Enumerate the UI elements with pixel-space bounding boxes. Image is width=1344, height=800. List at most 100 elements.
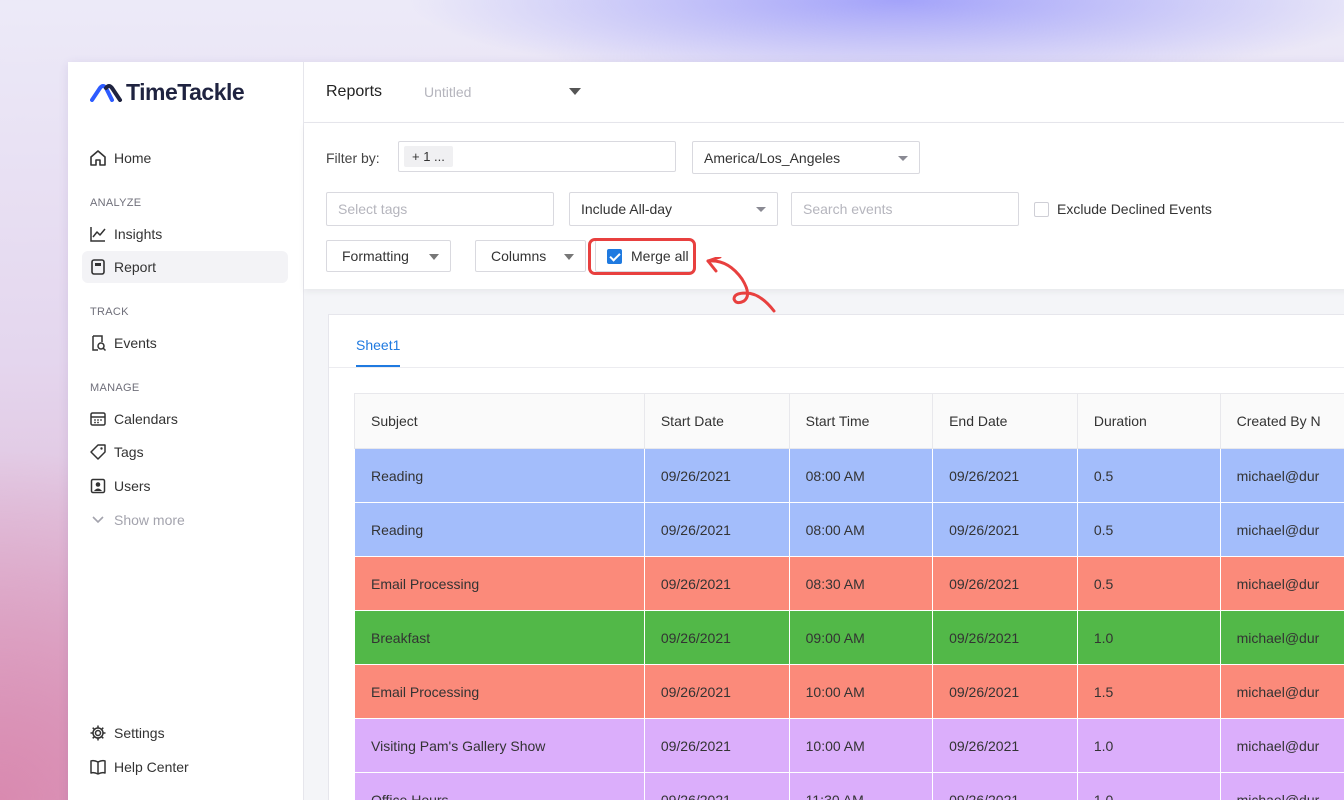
sidebar-item-calendars[interactable]: Calendars bbox=[82, 403, 288, 435]
allday-value: Include All-day bbox=[581, 201, 673, 217]
report-name-input[interactable]: Untitled bbox=[424, 84, 471, 100]
section-label-analyze: ANALYZE bbox=[90, 197, 142, 209]
sidebar-item-label: Settings bbox=[114, 725, 165, 741]
cell-subject[interactable]: Reading bbox=[354, 448, 645, 503]
cell-start-date[interactable]: 09/26/2021 bbox=[643, 448, 790, 503]
cell-created-by[interactable]: michael@dur bbox=[1219, 772, 1344, 800]
sidebar: TimeTackle Home ANALYZE Insights Report … bbox=[68, 62, 304, 800]
calendar-icon bbox=[88, 409, 108, 429]
formatting-dropdown[interactable]: Formatting bbox=[326, 240, 451, 272]
cell-created-by[interactable]: michael@dur bbox=[1219, 502, 1344, 557]
cell-subject[interactable]: Email Processing bbox=[354, 664, 645, 719]
cell-start-time[interactable]: 08:00 AM bbox=[788, 448, 934, 503]
cell-start-time[interactable]: 08:30 AM bbox=[788, 556, 934, 611]
cell-duration[interactable]: 1.0 bbox=[1076, 772, 1221, 800]
table-row[interactable]: Breakfast 09/26/2021 09:00 AM 09/26/2021 1.0… bbox=[354, 610, 1344, 665]
search-input[interactable]: Search events bbox=[791, 192, 1019, 226]
exclude-declined-checkbox[interactable]: Exclude Declined Events bbox=[1034, 201, 1212, 217]
cell-start-time[interactable]: 11:30 AM bbox=[788, 772, 934, 800]
cell-duration[interactable]: 0.5 bbox=[1076, 502, 1221, 557]
table-row[interactable]: Email Processing 09/26/2021 08:30 AM 09/26/… bbox=[354, 556, 1344, 611]
sidebar-item-users[interactable]: Users bbox=[82, 470, 288, 502]
cell-created-by[interactable]: michael@dur bbox=[1219, 448, 1344, 503]
sidebar-item-help-center[interactable]: Help Center bbox=[82, 751, 288, 783]
column-header-start-date[interactable]: Start Date bbox=[643, 393, 790, 449]
cell-start-date[interactable]: 09/26/2021 bbox=[643, 502, 790, 557]
table-row[interactable]: Reading 09/26/2021 08:00 AM 09/26/2021 0.5 mi… bbox=[354, 502, 1344, 557]
table-header-row: Subject Start Date Start Time End Date D… bbox=[354, 393, 1344, 449]
book-icon bbox=[88, 757, 108, 777]
sidebar-item-insights[interactable]: Insights bbox=[82, 218, 288, 250]
logo-text: TimeTackle bbox=[126, 78, 245, 105]
cell-subject[interactable]: Reading bbox=[354, 502, 645, 557]
sidebar-item-events[interactable]: Events bbox=[82, 327, 288, 359]
column-header-start-time[interactable]: Start Time bbox=[788, 393, 934, 449]
table-row[interactable]: Visiting Pam's Gallery Show 09/26/2021 10:… bbox=[354, 718, 1344, 773]
cell-start-time[interactable]: 08:00 AM bbox=[788, 502, 934, 557]
sheet-panel: Sheet1 Subject Start Date Start Time End… bbox=[328, 314, 1344, 800]
cell-subject[interactable]: Breakfast bbox=[354, 610, 645, 665]
sidebar-item-show-more[interactable]: Show more bbox=[82, 504, 288, 536]
cell-duration[interactable]: 0.5 bbox=[1076, 448, 1221, 503]
merge-all-highlight bbox=[588, 238, 696, 275]
sidebar-item-label: Insights bbox=[114, 226, 163, 242]
cell-duration[interactable]: 1.5 bbox=[1076, 664, 1221, 719]
cell-start-date[interactable]: 09/26/2021 bbox=[643, 556, 790, 611]
cell-end-date[interactable]: 09/26/2021 bbox=[932, 610, 1078, 665]
filter-by-select[interactable]: + 1 ... bbox=[398, 141, 676, 172]
checkbox-icon bbox=[1034, 201, 1049, 217]
chevron-down-icon[interactable] bbox=[569, 88, 581, 95]
column-header-created-by[interactable]: Created By N bbox=[1219, 393, 1344, 449]
cell-duration[interactable]: 0.5 bbox=[1076, 556, 1221, 611]
cell-start-date[interactable]: 09/26/2021 bbox=[643, 718, 790, 773]
page-title: Reports bbox=[326, 83, 383, 100]
tags-select[interactable]: Select tags bbox=[326, 192, 554, 226]
report-table: Subject Start Date Start Time End Date D… bbox=[354, 393, 1344, 800]
cell-start-date[interactable]: 09/26/2021 bbox=[643, 610, 790, 665]
cell-end-date[interactable]: 09/26/2021 bbox=[932, 502, 1078, 557]
cell-end-date[interactable]: 09/26/2021 bbox=[932, 556, 1078, 611]
column-header-end-date[interactable]: End Date bbox=[932, 393, 1078, 449]
columns-dropdown[interactable]: Columns bbox=[475, 240, 586, 272]
main-content: Reports Untitled Filter by: + 1 ... Amer… bbox=[304, 62, 1344, 800]
cell-duration[interactable]: 1.0 bbox=[1076, 718, 1221, 773]
sidebar-item-home[interactable]: Home bbox=[82, 142, 288, 174]
search-placeholder: Search events bbox=[803, 201, 893, 217]
cell-start-time[interactable]: 10:00 AM bbox=[788, 718, 934, 773]
cell-end-date[interactable]: 09/26/2021 bbox=[932, 448, 1078, 503]
cell-subject[interactable]: Visiting Pam's Gallery Show bbox=[354, 718, 645, 773]
filter-chip[interactable]: + 1 ... bbox=[404, 146, 453, 167]
table-row[interactable]: Reading 09/26/2021 08:00 AM 09/26/2021 0.5 mi… bbox=[354, 448, 1344, 503]
cell-created-by[interactable]: michael@dur bbox=[1219, 556, 1344, 611]
header: Reports Untitled bbox=[304, 62, 1344, 123]
cell-start-time[interactable]: 09:00 AM bbox=[788, 610, 934, 665]
cell-created-by[interactable]: michael@dur bbox=[1219, 610, 1344, 665]
sidebar-item-settings[interactable]: Settings bbox=[82, 717, 288, 749]
timezone-select[interactable]: America/Los_Angeles bbox=[692, 141, 920, 174]
sidebar-item-report[interactable]: Report bbox=[82, 251, 288, 283]
cell-end-date[interactable]: 09/26/2021 bbox=[932, 772, 1078, 800]
tab-sheet1[interactable]: Sheet1 bbox=[356, 337, 401, 367]
table-row[interactable]: Email Processing 09/26/2021 10:00 AM 09/26/… bbox=[354, 664, 1344, 719]
cell-start-date[interactable]: 09/26/2021 bbox=[643, 664, 790, 719]
app-window: TimeTackle Home ANALYZE Insights Report … bbox=[68, 62, 1344, 800]
sidebar-item-tags[interactable]: Tags bbox=[82, 436, 288, 468]
cell-created-by[interactable]: michael@dur bbox=[1219, 718, 1344, 773]
sidebar-item-label: Users bbox=[114, 478, 151, 494]
allday-select[interactable]: Include All-day bbox=[569, 192, 778, 226]
column-header-duration[interactable]: Duration bbox=[1076, 393, 1221, 449]
logo[interactable]: TimeTackle bbox=[90, 78, 245, 106]
chevron-down-icon bbox=[429, 254, 439, 260]
cell-duration[interactable]: 1.0 bbox=[1076, 610, 1221, 665]
cell-created-by[interactable]: michael@dur bbox=[1219, 664, 1344, 719]
cell-start-date[interactable]: 09/26/2021 bbox=[643, 772, 790, 800]
columns-label: Columns bbox=[491, 248, 547, 264]
table-row[interactable]: Office Hours 09/26/2021 11:30 AM 09/26/2021… bbox=[354, 772, 1344, 800]
cell-end-date[interactable]: 09/26/2021 bbox=[932, 664, 1078, 719]
filter-panel: Filter by: + 1 ... America/Los_Angeles S… bbox=[304, 123, 1344, 313]
cell-end-date[interactable]: 09/26/2021 bbox=[932, 718, 1078, 773]
cell-start-time[interactable]: 10:00 AM bbox=[788, 664, 934, 719]
cell-subject[interactable]: Office Hours bbox=[354, 772, 645, 800]
column-header-subject[interactable]: Subject bbox=[354, 393, 645, 449]
cell-subject[interactable]: Email Processing bbox=[354, 556, 645, 611]
